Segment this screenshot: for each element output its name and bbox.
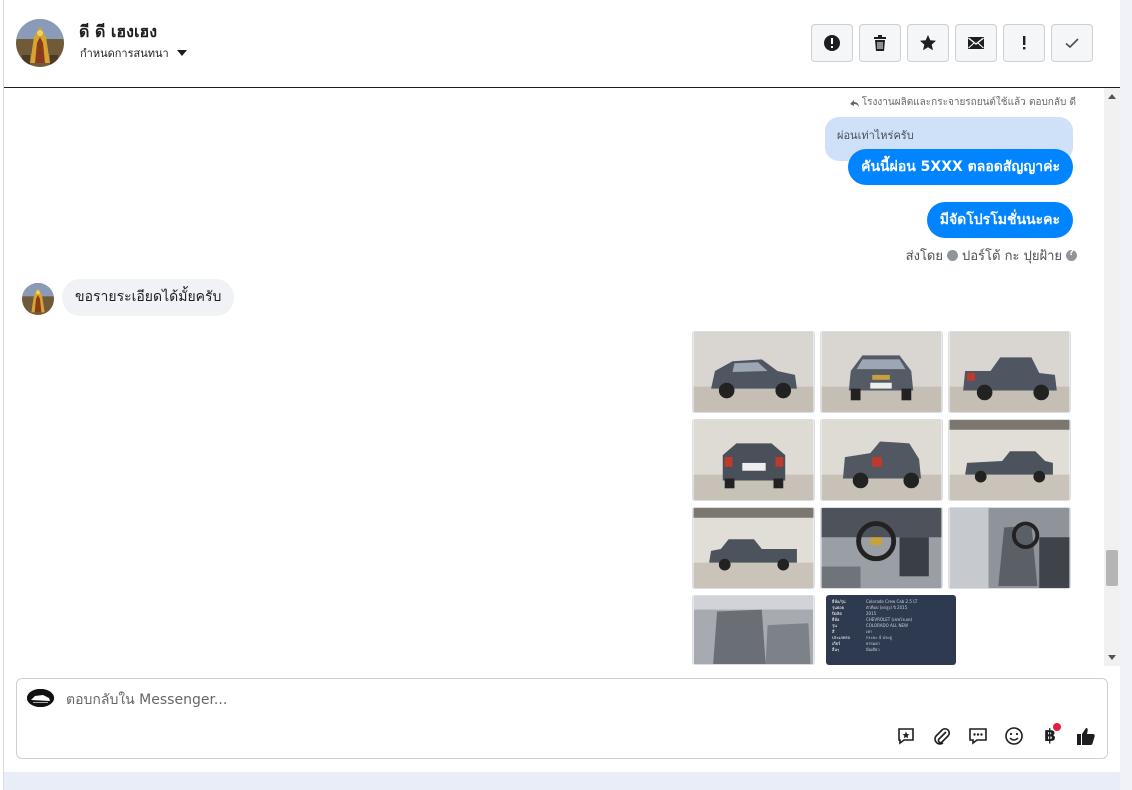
attachment-icon [934,727,951,745]
car-photo[interactable] [948,419,1071,501]
contact-avatar[interactable] [16,19,64,67]
caret-down-icon [176,50,187,56]
right-background [1120,0,1132,790]
sent-by-info: ส่งโดย ปอร์โต้ กะ ปุยฝ้าย [906,245,1077,266]
reply-meta-text: โรงงานผลิตและกระจายรถยนต์ใช้แล้ว ตอบกลับ… [861,97,1076,108]
car-photo[interactable] [820,419,943,501]
incoming-message[interactable]: ขอรายระเอียดได้มั้ยครับ [62,279,235,316]
agent-icon [947,250,958,261]
star-button[interactable] [907,24,949,62]
help-icon[interactable] [1066,248,1077,261]
reply-composer: ฿ [16,678,1108,759]
car-photo[interactable] [948,331,1071,413]
car-photo[interactable] [820,331,943,413]
contact-avatar-small[interactable] [22,283,54,315]
spec-sheet-rows: ยี่ห้อ/รุ่น Colorado Crew Cab 2.5 LT รุ่นย… [832,599,950,653]
header-toolbar [811,24,1093,62]
scrollbar[interactable] [1104,88,1120,666]
page-avatar [27,689,54,707]
payment-button[interactable]: ฿ [1039,723,1061,747]
outgoing-message[interactable]: มีจัดโปรโมชั่นนะคะ [926,202,1073,238]
scroll-up-arrow[interactable] [1108,94,1116,99]
reply-arrow-icon [849,100,859,107]
like-button[interactable] [1075,725,1097,747]
reply-meta: โรงงานผลิตและกระจายรถยนต์ใช้แล้ว ตอบกลับ… [849,95,1076,110]
trash-icon [874,35,886,51]
spec-sheet-key: อื่นๆ [832,647,840,652]
spec-sheet-row: อื่นๆ มือเดียว [832,647,950,653]
reply-input[interactable] [66,690,866,710]
car-photo[interactable] [692,507,815,589]
scrollbar-thumb[interactable] [1106,550,1118,586]
sent-by-name: ปอร์โต้ กะ ปุยฝ้าย [962,249,1062,264]
emoji-button[interactable] [1003,725,1025,747]
exclamation-icon [1023,36,1026,50]
check-icon [1065,38,1079,49]
star-icon [920,35,936,51]
saved-reply-button[interactable] [895,725,917,747]
mark-done-button[interactable] [1051,24,1093,62]
scroll-down-arrow[interactable] [1108,655,1116,660]
message-thread[interactable]: โรงงานผลิตและกระจายรถยนต์ใช้แล้ว ตอบกลับ… [4,88,1120,666]
report-button[interactable] [811,24,853,62]
conversation-panel: ดี ดี เฮงเฮง กำหนดการสนทนา โรงงานผลิตและ… [4,0,1120,772]
saved-reply-icon [898,728,914,745]
car-photo[interactable] [692,331,815,413]
interior-photo[interactable] [948,507,1071,589]
envelope-icon [968,37,984,49]
outgoing-message[interactable]: คันนี้ผ่อน 5XXX ตลอดสัญญาค่ะ [848,149,1073,185]
assign-conversation-label: กำหนดการสนทนา [80,47,169,60]
interior-photo[interactable] [692,595,815,665]
car-photo[interactable] [692,419,815,501]
contact-name: ดี ดี เฮงเฮง [79,22,158,41]
spec-sheet-value: มือเดียว [866,647,880,652]
emoji-icon [1005,727,1023,745]
mark-unread-button[interactable] [955,24,997,62]
spec-sheet-value: COLORADO ALL NEW [866,623,908,628]
flag-button[interactable] [1003,24,1045,62]
delete-button[interactable] [859,24,901,62]
attachment-button[interactable] [931,725,953,747]
message-template-button[interactable] [967,725,989,747]
assign-conversation-dropdown[interactable]: กำหนดการสนทนา [80,44,187,62]
like-icon [1077,728,1095,745]
conversation-header: ดี ดี เฮงเฮง กำหนดการสนทนา [4,0,1120,88]
sent-by-prefix: ส่งโดย [905,249,943,264]
spec-sheet-image[interactable]: ยี่ห้อ/รุ่น Colorado Crew Cab 2.5 LT รุ่นย… [826,595,956,665]
message-template-icon [969,728,987,745]
notification-dot [1053,723,1061,731]
interior-photo[interactable] [820,507,943,589]
alert-circle-icon [824,35,840,51]
composer-tools: ฿ [895,723,1097,747]
